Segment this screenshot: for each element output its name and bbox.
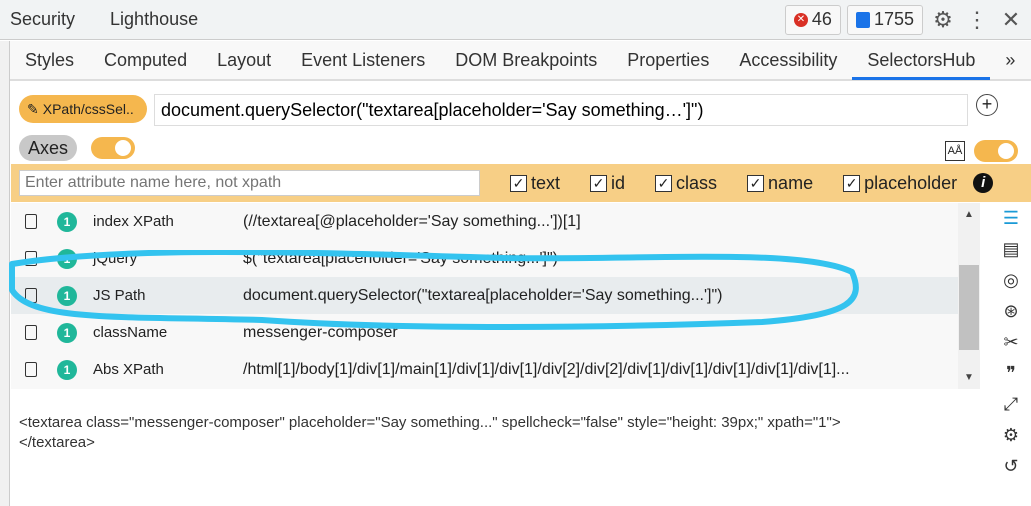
close-icon[interactable]: ✕ [997, 7, 1025, 33]
tab-computed[interactable]: Computed [89, 40, 202, 80]
table-row: 1 jQuery $("textarea[placeholder='Say some… [11, 240, 958, 277]
html-close-tag: </textarea> [19, 434, 95, 451]
more-tabs-button[interactable]: » [990, 40, 1030, 80]
expand-icon[interactable]: ⤢ [1004, 394, 1018, 416]
quote-icon[interactable]: ❞ [1006, 363, 1016, 385]
case-icon[interactable]: AÅ [945, 141, 965, 161]
copy-icon[interactable] [25, 251, 37, 266]
row-label: index XPath [93, 213, 174, 230]
checkbox-icon[interactable]: ✓ [747, 174, 765, 192]
tab-accessibility[interactable]: Accessibility [724, 40, 852, 80]
gear-badge-icon[interactable]: ⊛ [1003, 301, 1018, 323]
match-count: 1 [57, 211, 77, 232]
checkbox-icon[interactable]: ✓ [655, 174, 673, 192]
file-icon[interactable]: ▤ [1002, 239, 1019, 261]
row-label: JS Path [93, 287, 146, 304]
axes-toggle[interactable] [91, 137, 135, 159]
checkbox-icon[interactable]: ✓ [590, 174, 608, 192]
tab-event-listeners[interactable]: Event Listeners [286, 40, 440, 80]
add-icon[interactable]: + [976, 94, 998, 116]
tab-layout[interactable]: Layout [202, 40, 286, 80]
match-count: 1 [57, 359, 77, 380]
html-open-tag: <textarea class="messenger-composer" pla… [19, 414, 841, 431]
error-count: 46 [811, 9, 832, 29]
scroll-up-icon[interactable]: ▲ [964, 209, 974, 220]
selector-input[interactable] [154, 94, 968, 126]
checkbox-name[interactable]: ✓ name [747, 173, 813, 194]
row-label: jQuery [93, 250, 138, 267]
checkbox-class[interactable]: ✓ class [655, 173, 717, 194]
pencil-icon: ✎ [27, 100, 39, 117]
tab-lighthouse[interactable]: Lighthouse [100, 9, 223, 30]
table-row: 1 className messenger-composer [11, 314, 958, 351]
scrollbar-thumb[interactable] [959, 265, 979, 350]
row-value[interactable]: /html[1]/body[1]/div[1]/main[1]/div[1]/d… [243, 361, 850, 379]
checkbox-label: class [676, 172, 718, 193]
error-icon: ✕ [793, 12, 808, 27]
row-label: className [93, 324, 168, 341]
target-icon[interactable]: ◎ [1003, 270, 1019, 292]
row-label: Abs XPath [93, 361, 164, 378]
checkbox-placeholder[interactable]: ✓ placeholder [843, 173, 957, 194]
tab-security[interactable]: Security [0, 9, 100, 30]
checkbox-icon[interactable]: ✓ [843, 174, 861, 192]
row-value[interactable]: $("textarea[placeholder='Say something..… [243, 250, 558, 268]
tab-selectorshub[interactable]: SelectorsHub [852, 40, 991, 80]
match-count: 1 [57, 248, 77, 269]
checkbox-label: name [768, 172, 814, 193]
attribute-bar: ✓text ✓id ✓class ✓name ✓placeholder i [11, 164, 1031, 202]
attribute-input[interactable] [19, 170, 480, 196]
gear-icon[interactable]: ⚙ [929, 7, 957, 33]
messages-badge[interactable]: 1755 [846, 4, 923, 35]
copy-icon[interactable] [25, 288, 37, 303]
element-html: <textarea class="messenger-composer" pla… [19, 413, 949, 453]
tab-styles[interactable]: Styles [10, 40, 89, 80]
row-value[interactable]: (//textarea[@placeholder='Say something.… [243, 213, 581, 231]
settings-icon[interactable]: ⚙ [1003, 425, 1019, 447]
xpath-css-selector-button[interactable]: ✎ XPath/cssSel.. [19, 95, 147, 123]
panel-tabs: Styles Computed Layout Event Listeners D… [10, 41, 1031, 81]
results-scrollbar[interactable]: ▲ ▼ [958, 203, 980, 389]
match-count: 1 [57, 322, 77, 343]
left-edge [0, 41, 10, 506]
tab-dom-breakpoints[interactable]: DOM Breakpoints [440, 40, 612, 80]
table-row: 1 JS Path document.querySelector("textarea… [11, 277, 958, 314]
reset-icon[interactable]: ↺ [1003, 456, 1018, 478]
checkbox-id[interactable]: ✓ id [590, 173, 625, 194]
case-toggle[interactable] [974, 140, 1018, 162]
tools-icon[interactable]: ✂ [1003, 332, 1018, 354]
row-value[interactable]: messenger-composer [243, 324, 398, 342]
copy-icon[interactable] [25, 214, 37, 229]
match-count: 1 [57, 285, 77, 306]
copy-icon[interactable] [25, 362, 37, 377]
selector-results: 1 index XPath (//textarea[@placeholder='Sa… [11, 203, 958, 389]
checkbox-label: text [531, 172, 561, 193]
more-vert-icon[interactable]: ⋮ [963, 7, 991, 33]
table-row: 1 Abs XPath/html[1]/body[1]/div[1]/main[1… [11, 351, 958, 388]
message-count: 1755 [873, 9, 914, 29]
selector-type-label: XPath/cssSel.. [42, 101, 134, 117]
errors-badge[interactable]: ✕ 46 [784, 4, 841, 35]
checkbox-icon[interactable]: ✓ [510, 174, 527, 192]
checkbox-label: placeholder [864, 172, 958, 193]
checkbox-label: id [611, 172, 626, 193]
copy-icon[interactable] [25, 325, 37, 340]
axes-button[interactable]: Axes [19, 135, 77, 161]
sliders-icon[interactable]: ☰ [1003, 208, 1019, 230]
tab-properties[interactable]: Properties [612, 40, 724, 80]
tool-sidebar: ☰ ▤ ◎ ⊛ ✂ ❞ ⤢ ⚙ ↺ [996, 208, 1026, 478]
devtools-toolbar: Security Lighthouse ✕ 46 1755 ⚙ ⋮ ✕ [0, 0, 1031, 40]
info-icon[interactable]: i [973, 173, 994, 193]
selectorshub-panel: ✎XPath/cssSel.. + Axes AÅ ✓text ✓id ✓cla… [11, 83, 1031, 506]
table-row: 1 index XPath (//textarea[@placeholder='Sa… [11, 203, 958, 240]
row-value[interactable]: document.querySelector("textarea[placeho… [243, 287, 723, 305]
scroll-down-icon[interactable]: ▼ [964, 372, 974, 383]
checkbox-text[interactable]: ✓ text [510, 173, 560, 194]
message-icon [855, 11, 870, 28]
